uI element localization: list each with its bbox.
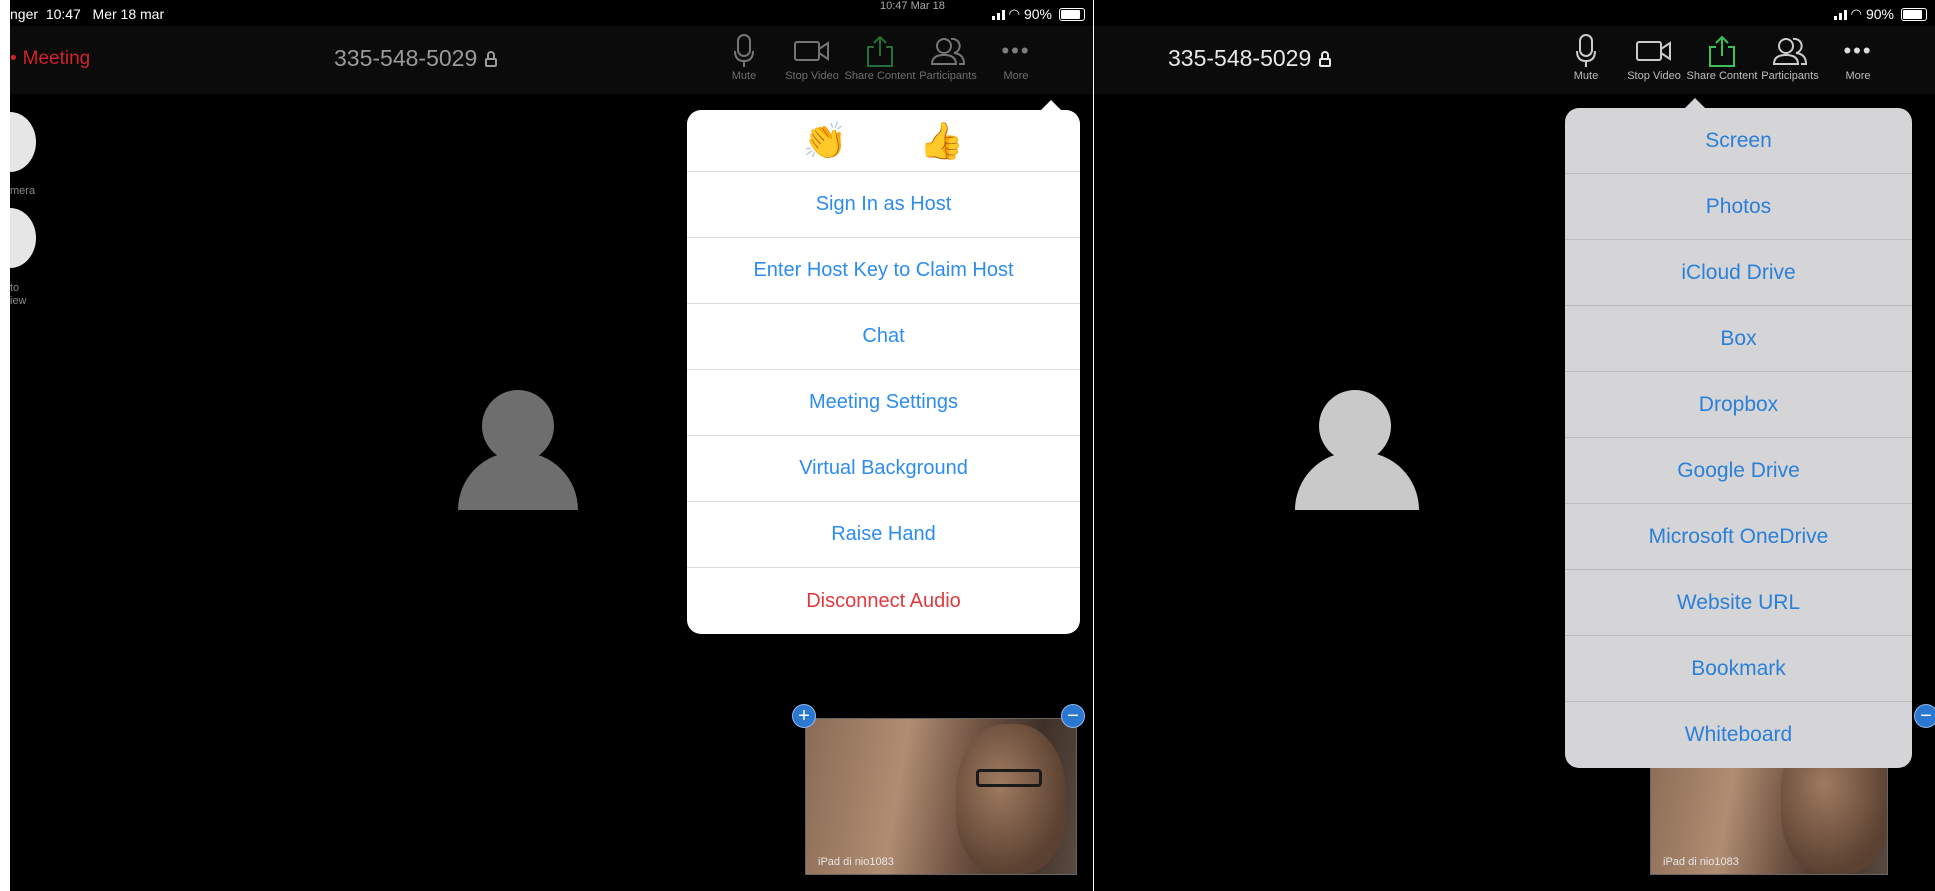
carrier: nger — [10, 6, 39, 22]
share-item-google-drive[interactable]: Google Drive — [1565, 438, 1912, 504]
participants-icon — [931, 32, 965, 70]
reactions-row: 👏 👍 — [687, 110, 1080, 172]
popover-arrow — [1040, 100, 1062, 111]
share-item-icloud-drive[interactable]: iCloud Drive — [1565, 240, 1912, 306]
share-content-button[interactable]: Share Content — [1687, 32, 1757, 82]
thumbs-up-icon[interactable]: 👍 — [919, 120, 964, 162]
status-right: ◠ 90% — [1833, 6, 1927, 22]
mute-button[interactable]: Mute — [1552, 32, 1620, 82]
toolbar-buttons: Mute Stop Video Share Content Participan… — [1552, 32, 1892, 82]
meeting-id: 335-548-5029 — [334, 45, 498, 72]
share-upload-icon — [866, 32, 894, 70]
share-item-screen[interactable]: Screen — [1565, 108, 1912, 174]
video-camera-icon — [794, 32, 830, 70]
share-item-box[interactable]: Box — [1565, 306, 1912, 372]
more-button[interactable]: ••• More — [1824, 32, 1892, 82]
participants-button[interactable]: Participants — [1756, 32, 1824, 82]
self-view-name: iPad di nio1083 — [818, 856, 894, 868]
status-bar: nger 10:47 Mer 18 mar 10:47 Mar 18 ◠ 90% — [10, 0, 1093, 26]
clapping-hands-icon[interactable]: 👏 — [803, 120, 848, 162]
hide-preview-label-2: iew — [10, 295, 27, 307]
video-camera-icon — [1636, 32, 1672, 70]
glasses — [976, 769, 1042, 787]
battery-icon — [1901, 7, 1927, 21]
menu-item-disconnect-audio[interactable]: Disconnect Audio — [687, 568, 1080, 634]
microphone-icon — [733, 32, 755, 70]
meeting-toolbar: • Meeting 335-548-5029 Mute Stop Video S… — [10, 26, 1093, 94]
share-item-bookmark[interactable]: Bookmark — [1565, 636, 1912, 702]
battery-percent: 90% — [1865, 6, 1894, 22]
menu-item-enter-host-key[interactable]: Enter Host Key to Claim Host — [687, 238, 1080, 304]
minimize-video-button[interactable]: − — [1061, 704, 1085, 728]
microphone-icon — [1575, 32, 1597, 70]
participant-avatar — [1295, 390, 1419, 510]
self-video-preview[interactable]: iPad di nio1083 — [805, 718, 1077, 875]
expand-video-button[interactable]: + — [792, 704, 816, 728]
signal-icon — [1833, 9, 1847, 20]
menu-item-virtual-background[interactable]: Virtual Background — [687, 436, 1080, 502]
status-bar: ◠ 90% — [1094, 0, 1935, 26]
minimize-video-button[interactable]: − — [1914, 704, 1935, 728]
menu-item-meeting-settings[interactable]: Meeting Settings — [687, 370, 1080, 436]
share-item-microsoft-onedrive[interactable]: Microsoft OneDrive — [1565, 504, 1912, 570]
menu-item-raise-hand[interactable]: Raise Hand — [687, 502, 1080, 568]
share-content-button[interactable]: Share Content — [845, 32, 915, 82]
leave-meeting-button[interactable]: • Meeting — [10, 48, 90, 70]
more-button[interactable]: ••• More — [982, 32, 1050, 82]
ellipsis-icon: ••• — [1001, 38, 1031, 63]
more-menu: 👏 👍 Sign In as Host Enter Host Key to Cl… — [687, 100, 1080, 634]
share-upload-icon — [1708, 32, 1736, 70]
menu-item-chat[interactable]: Chat — [687, 304, 1080, 370]
status-center-time: 10:47 Mar 18 — [880, 0, 945, 12]
hide-preview-button[interactable] — [10, 208, 36, 268]
ellipsis-icon: ••• — [1843, 38, 1873, 63]
participants-button[interactable]: Participants — [914, 32, 982, 82]
switch-camera-button[interactable] — [10, 112, 36, 172]
lock-icon — [1319, 50, 1332, 67]
hide-preview-label-1: to — [10, 282, 20, 294]
lock-icon — [485, 50, 498, 67]
battery-percent: 90% — [1023, 6, 1052, 22]
self-view-name: iPad di nio1083 — [1663, 856, 1739, 868]
wifi-icon: ◠ — [1008, 6, 1020, 21]
battery-icon — [1059, 7, 1085, 21]
signal-icon — [991, 9, 1005, 20]
mute-button[interactable]: Mute — [710, 32, 778, 82]
share-item-whiteboard[interactable]: Whiteboard — [1565, 702, 1912, 768]
status-right: ◠ 90% — [991, 6, 1085, 22]
stop-video-button[interactable]: Stop Video — [1620, 32, 1688, 82]
meeting-toolbar: 335-548-5029 Mute Stop Video Share Conte… — [1094, 26, 1935, 94]
wifi-icon: ◠ — [1850, 6, 1862, 21]
stop-video-button[interactable]: Stop Video — [778, 32, 846, 82]
switch-camera-label: mera — [10, 185, 36, 197]
share-item-dropbox[interactable]: Dropbox — [1565, 372, 1912, 438]
status-time: 10:47 — [45, 6, 81, 22]
status-date: Mer 18 mar — [92, 6, 165, 22]
participant-avatar — [458, 390, 582, 510]
share-item-photos[interactable]: Photos — [1565, 174, 1912, 240]
participants-icon — [1773, 32, 1807, 70]
popover-arrow — [1684, 98, 1706, 109]
share-item-website-url[interactable]: Website URL — [1565, 570, 1912, 636]
toolbar-buttons: Mute Stop Video Share Content Participan… — [710, 32, 1050, 82]
share-content-menu: Screen Photos iCloud Drive Box Dropbox G… — [1565, 98, 1912, 768]
meeting-id: 335-548-5029 — [1168, 45, 1332, 72]
menu-item-sign-in-as-host[interactable]: Sign In as Host — [687, 172, 1080, 238]
status-left: nger 10:47 Mer 18 mar — [10, 6, 164, 22]
